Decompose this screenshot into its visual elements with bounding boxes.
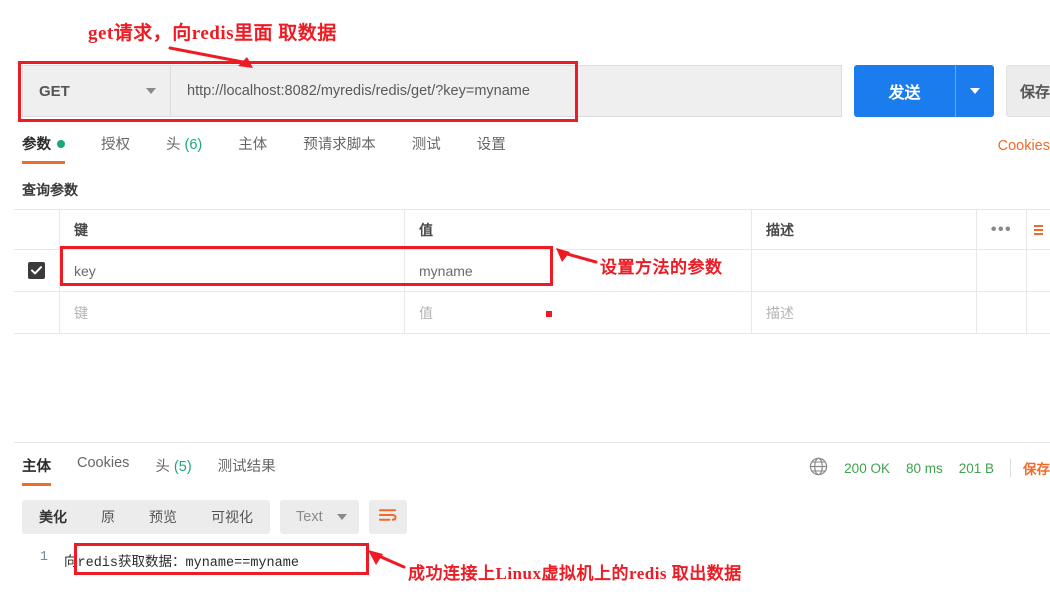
column-options-button[interactable]	[1027, 210, 1050, 249]
globe-icon	[809, 457, 828, 479]
response-tab-test-results[interactable]: 测试结果	[218, 455, 276, 486]
response-tab-bar: 主体 Cookies 头 (5) 测试结果	[22, 455, 302, 486]
cookies-link[interactable]: Cookies	[998, 138, 1050, 154]
view-visualize[interactable]: 可视化	[194, 507, 270, 527]
empty-row-key-placeholder: 键	[74, 304, 88, 321]
header-key: 键	[60, 210, 405, 249]
row-end-cell	[1027, 250, 1050, 291]
row-value-value: myname	[419, 262, 473, 279]
word-wrap-icon	[378, 507, 397, 528]
response-type-select[interactable]: Text	[280, 500, 359, 534]
tab-settings-label: 设置	[476, 137, 506, 153]
empty-row-description-input[interactable]: 描述	[752, 292, 977, 333]
row-checkbox-cell	[14, 250, 60, 291]
method-label: GET	[39, 82, 70, 100]
tab-tests[interactable]: 测试	[412, 133, 441, 164]
response-view-segment: 美化 原 预览 可视化	[22, 500, 270, 534]
response-tab-cookies-label: Cookies	[77, 455, 130, 471]
header-description: 描述	[752, 210, 977, 249]
annotation-arrow-top	[168, 46, 250, 65]
response-tab-body[interactable]: 主体	[22, 455, 51, 486]
response-status-bar: 200 OK 80 ms 201 B 保存	[809, 457, 1050, 479]
send-options-button[interactable]	[956, 88, 994, 94]
request-bar: GET http://localhost:8082/myredis/redis/…	[22, 65, 1050, 117]
empty-row-menu-cell	[977, 292, 1027, 333]
status-code: 200 OK	[844, 460, 890, 476]
tab-params[interactable]: 参数	[22, 133, 65, 164]
word-wrap-button[interactable]	[368, 500, 407, 534]
unsaved-dot-icon	[57, 140, 65, 148]
view-preview[interactable]: 预览	[132, 507, 194, 527]
response-tab-test-results-label: 测试结果	[217, 459, 276, 475]
empty-row-checkbox-cell	[14, 292, 60, 333]
response-separator	[14, 442, 1050, 443]
row-description-input[interactable]	[752, 250, 977, 291]
tab-authorization-label: 授权	[101, 137, 130, 153]
response-type-label: Text	[296, 509, 323, 525]
row-key-value: key	[74, 262, 96, 279]
tab-body-label: 主体	[238, 137, 268, 153]
tab-params-label: 参数	[22, 137, 51, 153]
response-view-toolbar: 美化 原 预览 可视化 Text	[22, 500, 407, 534]
response-tab-headers[interactable]: 头 (5)	[155, 455, 191, 486]
annotation-arrow-bottom	[370, 551, 406, 569]
response-tab-headers-count: (5)	[173, 459, 192, 475]
empty-row-description-placeholder: 描述	[766, 304, 794, 321]
empty-row-end-cell	[1027, 292, 1050, 333]
empty-row-key-input[interactable]: 键	[60, 292, 405, 333]
method-select[interactable]: GET	[22, 65, 170, 117]
list-bars-icon	[1034, 224, 1043, 235]
tab-headers-label: 头	[166, 137, 181, 153]
bulk-edit-menu-button[interactable]: •••	[977, 210, 1027, 249]
chevron-down-icon	[970, 88, 980, 94]
send-button[interactable]: 发送	[854, 65, 994, 117]
annotation-top-text: get请求，向redis里面 取数据	[88, 23, 337, 44]
annotation-bottom-text: 成功连接上Linux虚拟机上的redis 取出数据	[408, 564, 742, 583]
header-value: 值	[405, 210, 752, 249]
chevron-down-icon	[336, 514, 347, 520]
url-input[interactable]: http://localhost:8082/myredis/redis/get/…	[170, 65, 842, 117]
status-size: 201 B	[958, 460, 994, 476]
empty-row-value-placeholder: 值	[419, 304, 433, 321]
send-button-label: 发送	[888, 85, 921, 102]
response-body-code: 1 向redis获取数据：myname==myname	[22, 548, 299, 571]
row-checkbox[interactable]	[28, 262, 45, 279]
chevron-down-icon	[146, 88, 156, 94]
tab-headers[interactable]: 头 (6)	[166, 133, 202, 164]
view-pretty[interactable]: 美化	[22, 507, 84, 527]
save-button-label: 保存	[1020, 83, 1050, 101]
line-number: 1	[39, 550, 48, 565]
table-row: key myname	[14, 250, 1050, 292]
response-tab-body-label: 主体	[22, 459, 51, 475]
save-button[interactable]: 保存	[1006, 65, 1050, 117]
response-body-line: 向redis获取数据：myname==myname	[64, 556, 299, 571]
url-text: http://localhost:8082/myredis/redis/get/…	[187, 83, 530, 99]
response-tab-cookies[interactable]: Cookies	[77, 455, 129, 481]
tab-authorization[interactable]: 授权	[101, 133, 130, 164]
status-time: 80 ms	[905, 460, 943, 476]
header-checkbox-cell	[14, 210, 60, 249]
tab-body[interactable]: 主体	[238, 133, 267, 164]
table-row-empty: 键 值 描述	[14, 292, 1050, 334]
annotation-params-text: 设置方法的参数	[600, 258, 723, 277]
empty-row-value-input[interactable]: 值	[405, 292, 752, 333]
response-tab-headers-label: 头	[155, 459, 170, 475]
save-response-button[interactable]: 保存	[1023, 458, 1050, 478]
tab-pre-request-script-label: 预请求脚本	[303, 137, 376, 153]
table-header-row: 键 值 描述 •••	[14, 210, 1050, 250]
row-key-input[interactable]: key	[60, 250, 405, 291]
status-divider	[1010, 459, 1011, 477]
request-tab-bar: 参数 授权 头 (6) 主体 预请求脚本 测试 设置	[22, 133, 542, 164]
tab-settings[interactable]: 设置	[477, 133, 506, 164]
row-menu-cell	[977, 250, 1027, 291]
tab-headers-count: (6)	[184, 137, 203, 153]
tab-pre-request-script[interactable]: 预请求脚本	[303, 133, 376, 164]
annotation-arrowhead-bottom	[368, 550, 383, 565]
query-params-title: 查询参数	[22, 182, 78, 198]
view-raw[interactable]: 原	[84, 507, 132, 527]
tab-tests-label: 测试	[411, 137, 441, 153]
ellipsis-icon: •••	[990, 220, 1013, 238]
query-params-table: 键 值 描述 ••• key myname 键 值 描述	[14, 209, 1050, 334]
